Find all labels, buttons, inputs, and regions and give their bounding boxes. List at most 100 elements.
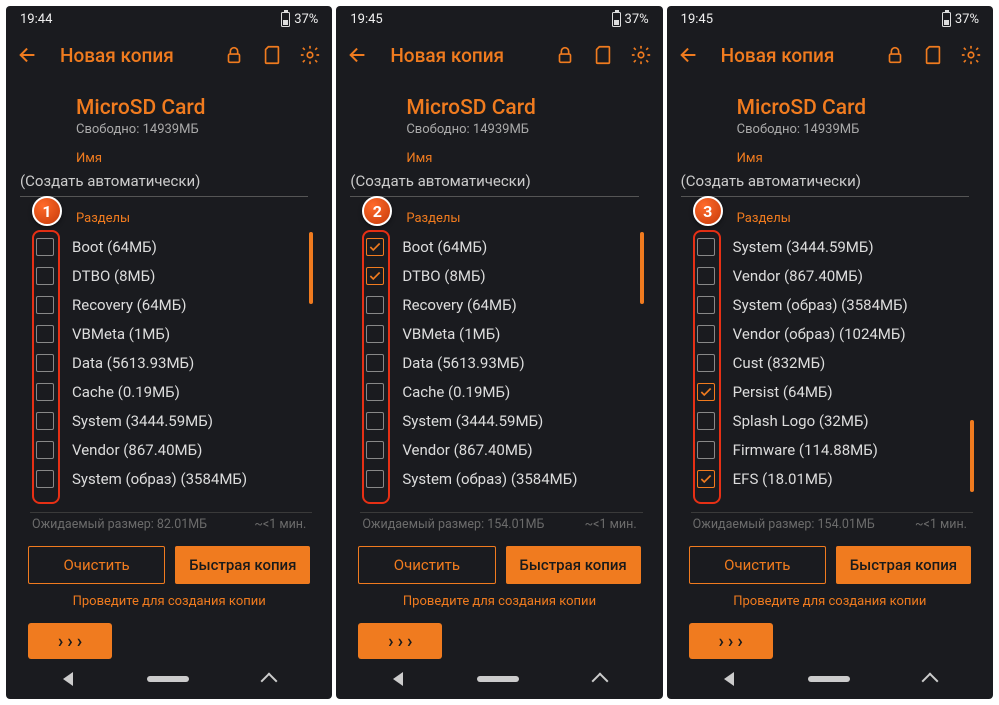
partition-checkbox[interactable] xyxy=(697,325,715,343)
name-input[interactable]: (Создать автоматически) xyxy=(20,168,308,197)
nav-back-icon[interactable] xyxy=(63,672,73,686)
nav-home-icon[interactable] xyxy=(808,676,850,682)
partition-checkbox[interactable] xyxy=(36,296,54,314)
partition-checkbox[interactable] xyxy=(697,441,715,459)
partition-checkbox[interactable] xyxy=(697,470,715,488)
partition-checkbox[interactable] xyxy=(366,354,384,372)
quick-copy-button[interactable]: Быстрая копия xyxy=(836,546,971,584)
partition-row[interactable]: System (3444.59МБ) xyxy=(360,406,642,435)
scroll-indicator[interactable] xyxy=(970,420,974,492)
partition-checkbox[interactable] xyxy=(366,470,384,488)
name-input[interactable]: (Создать автоматически) xyxy=(350,168,638,197)
partition-checkbox[interactable] xyxy=(366,267,384,285)
nav-home-icon[interactable] xyxy=(147,676,189,682)
partition-checkbox[interactable] xyxy=(697,267,715,285)
partition-row[interactable]: Vendor (образ) (1024МБ) xyxy=(691,319,973,348)
nav-bar xyxy=(667,659,993,699)
nav-back-icon[interactable] xyxy=(393,672,403,686)
partition-checkbox[interactable] xyxy=(36,470,54,488)
back-button[interactable] xyxy=(16,43,40,67)
swipe-button[interactable]: › › › xyxy=(358,623,442,659)
settings-icon[interactable] xyxy=(959,43,983,67)
partition-row[interactable]: System (образ) (3584МБ) xyxy=(360,464,642,493)
partition-checkbox[interactable] xyxy=(366,412,384,430)
partition-checkbox[interactable] xyxy=(366,296,384,314)
partition-row[interactable]: Firmware (114.88МБ) xyxy=(691,435,973,464)
name-input[interactable]: (Создать автоматически) xyxy=(681,168,969,197)
partition-row[interactable]: System (3444.59МБ) xyxy=(30,406,312,435)
quick-copy-button[interactable]: Быстрая копия xyxy=(506,546,641,584)
sd-card-icon[interactable] xyxy=(921,43,945,67)
nav-back-icon[interactable] xyxy=(724,672,734,686)
scroll-indicator[interactable] xyxy=(309,232,313,304)
partition-checkbox[interactable] xyxy=(697,412,715,430)
partition-row[interactable]: System (3444.59МБ) xyxy=(691,232,973,261)
clear-button[interactable]: Очистить xyxy=(358,546,495,584)
partition-row[interactable]: VBMeta (1МБ) xyxy=(30,319,312,348)
lock-icon[interactable] xyxy=(883,43,907,67)
nav-up-icon[interactable] xyxy=(261,673,278,690)
lock-icon[interactable] xyxy=(553,43,577,67)
partition-row[interactable]: Vendor (867.40МБ) xyxy=(30,435,312,464)
partition-checkbox[interactable] xyxy=(366,441,384,459)
partitions-list: 3 System (3444.59МБ) Vendor (867.40МБ) S… xyxy=(691,232,973,510)
partition-checkbox[interactable] xyxy=(36,441,54,459)
partition-checkbox[interactable] xyxy=(697,296,715,314)
clear-button[interactable]: Очистить xyxy=(28,546,165,584)
partition-row[interactable]: Persist (64МБ) xyxy=(691,377,973,406)
sd-card-icon[interactable] xyxy=(260,43,284,67)
partition-row[interactable]: Cust (832МБ) xyxy=(691,348,973,377)
partition-checkbox[interactable] xyxy=(36,267,54,285)
partition-checkbox[interactable] xyxy=(36,354,54,372)
partition-checkbox[interactable] xyxy=(697,238,715,256)
app-bar: Новая копия xyxy=(667,32,993,78)
lock-icon[interactable] xyxy=(222,43,246,67)
back-button[interactable] xyxy=(346,43,370,67)
partition-row[interactable]: Recovery (64МБ) xyxy=(30,290,312,319)
sd-card-icon[interactable] xyxy=(591,43,615,67)
chevron-right-icon: › xyxy=(398,631,403,652)
partition-row[interactable]: Recovery (64МБ) xyxy=(360,290,642,319)
partition-label: System (образ) (3584МБ) xyxy=(72,470,247,488)
partition-checkbox[interactable] xyxy=(36,383,54,401)
quick-copy-button[interactable]: Быстрая копия xyxy=(175,546,310,584)
clear-button[interactable]: Очистить xyxy=(689,546,826,584)
swipe-hint: Проведите для создания копии xyxy=(336,590,662,617)
partition-checkbox[interactable] xyxy=(366,383,384,401)
nav-home-icon[interactable] xyxy=(477,676,519,682)
swipe-button[interactable]: › › › xyxy=(28,623,112,659)
partition-row[interactable]: Cache (0.19МБ) xyxy=(360,377,642,406)
scroll-indicator[interactable] xyxy=(640,232,644,304)
partition-row[interactable]: Cache (0.19МБ) xyxy=(30,377,312,406)
settings-icon[interactable] xyxy=(298,43,322,67)
partition-row[interactable]: Data (5613.93МБ) xyxy=(30,348,312,377)
nav-up-icon[interactable] xyxy=(591,673,608,690)
partition-row[interactable]: System (образ) (3584МБ) xyxy=(30,464,312,493)
estimate-row: Ожидаемый размер: 82.01МБ ~<1 мин. xyxy=(6,513,332,532)
partition-row[interactable]: DTBO (8МБ) xyxy=(30,261,312,290)
partition-checkbox[interactable] xyxy=(366,325,384,343)
partition-label: Boot (64МБ) xyxy=(72,238,157,256)
estimate-row: Ожидаемый размер: 154.01МБ ~<1 мин. xyxy=(336,513,662,532)
partition-row[interactable]: DTBO (8МБ) xyxy=(360,261,642,290)
partition-checkbox[interactable] xyxy=(366,238,384,256)
partition-row[interactable]: Vendor (867.40МБ) xyxy=(691,261,973,290)
partition-checkbox[interactable] xyxy=(697,354,715,372)
partition-checkbox[interactable] xyxy=(36,412,54,430)
partition-checkbox[interactable] xyxy=(36,238,54,256)
nav-up-icon[interactable] xyxy=(921,673,938,690)
partition-row[interactable]: Splash Logo (32МБ) xyxy=(691,406,973,435)
partition-row[interactable]: Vendor (867.40МБ) xyxy=(360,435,642,464)
partition-row[interactable]: VBMeta (1МБ) xyxy=(360,319,642,348)
partition-row[interactable]: Boot (64МБ) xyxy=(30,232,312,261)
back-button[interactable] xyxy=(677,43,701,67)
partition-label: Recovery (64МБ) xyxy=(72,296,186,314)
partition-checkbox[interactable] xyxy=(36,325,54,343)
partition-checkbox[interactable] xyxy=(697,383,715,401)
partition-row[interactable]: Boot (64МБ) xyxy=(360,232,642,261)
partition-row[interactable]: EFS (18.01МБ) xyxy=(691,464,973,493)
swipe-button[interactable]: › › › xyxy=(689,623,773,659)
settings-icon[interactable] xyxy=(629,43,653,67)
partition-row[interactable]: Data (5613.93МБ) xyxy=(360,348,642,377)
partition-row[interactable]: System (образ) (3584МБ) xyxy=(691,290,973,319)
